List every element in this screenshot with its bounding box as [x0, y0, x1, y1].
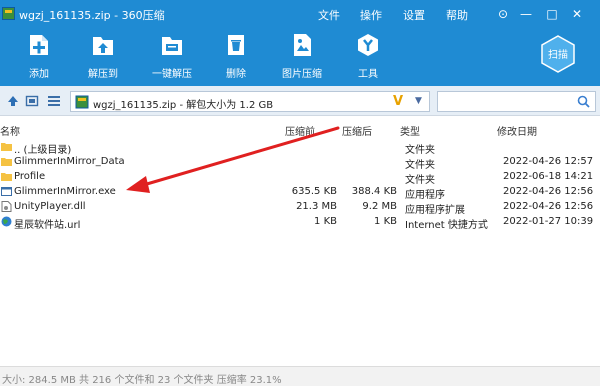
archive-icon	[2, 7, 15, 20]
search-icon[interactable]	[577, 95, 590, 108]
close-button[interactable]: ✕	[569, 6, 585, 22]
column-size-after[interactable]: 压缩后	[342, 123, 372, 138]
chevron-down-icon[interactable]: ▼	[415, 96, 422, 106]
scan-button[interactable]: 扫描	[538, 34, 578, 74]
delete-button[interactable]: 删除	[206, 32, 266, 84]
list-item[interactable]: GlimmerInMirror_Data 文件夹 2022-04-26 12:5…	[0, 155, 600, 171]
list-item[interactable]: Profile 文件夹 2022-06-18 14:21	[0, 170, 600, 186]
image-compress-icon	[294, 34, 311, 56]
path-field[interactable]: wgzj_161135.zip - 解包大小为 1.2 GB V ▼	[70, 91, 430, 112]
skin-icon[interactable]: ⊙	[495, 6, 511, 22]
globe-icon	[1, 216, 12, 227]
title-bar: wgzj_161135.zip - 360压缩 文件 操作 设置 帮助 ⊙ — …	[0, 0, 600, 28]
column-header-row: 名称 压缩前 压缩后 类型 修改日期	[0, 121, 600, 138]
list-item[interactable]: GlimmerInMirror.exe 635.5 KB 388.4 KB 应用…	[0, 185, 600, 201]
column-name[interactable]: 名称	[0, 123, 20, 138]
image-compress-button[interactable]: 图片压缩	[272, 32, 332, 84]
toolbar: 添加 解压到 一键解压 删除 图片压缩 工具 扫描	[0, 28, 600, 86]
add-button[interactable]: 添加	[9, 32, 69, 84]
minimize-button[interactable]: —	[518, 6, 534, 22]
list-item[interactable]: UnityPlayer.dll 21.3 MB 9.2 MB 应用程序扩展 20…	[0, 200, 600, 216]
folder-icon	[1, 158, 12, 166]
column-type[interactable]: 类型	[400, 123, 420, 138]
exe-icon	[1, 187, 12, 196]
column-size-before[interactable]: 压缩前	[285, 123, 315, 138]
dll-icon	[1, 201, 12, 212]
folder-icon	[1, 143, 12, 151]
delete-icon	[228, 35, 244, 55]
thumbnail-view-icon[interactable]	[25, 94, 39, 108]
status-text: 大小: 284.5 MB 共 216 个文件和 23 个文件夹 压缩率 23.1…	[2, 375, 282, 386]
address-bar: wgzj_161135.zip - 解包大小为 1.2 GB V ▼	[0, 86, 600, 116]
extract-to-icon	[93, 37, 113, 55]
add-icon	[30, 35, 48, 55]
zip-file-icon	[75, 95, 89, 109]
maximize-button[interactable]: □	[544, 6, 560, 22]
search-input[interactable]	[437, 91, 596, 112]
one-click-extract-icon	[162, 37, 182, 55]
menu-help[interactable]: 帮助	[446, 7, 468, 23]
path-text: wgzj_161135.zip - 解包大小为 1.2 GB	[93, 100, 274, 111]
column-modified[interactable]: 修改日期	[497, 123, 537, 138]
list-view-icon[interactable]	[47, 94, 61, 108]
list-item[interactable]: .. (上级目录) 文件夹	[0, 140, 600, 156]
tools-icon	[358, 34, 378, 56]
folder-icon	[1, 173, 12, 181]
status-bar: 大小: 284.5 MB 共 216 个文件和 23 个文件夹 压缩率 23.1…	[0, 366, 600, 386]
menu-settings[interactable]: 设置	[403, 7, 425, 23]
v-badge-icon[interactable]: V	[393, 94, 403, 109]
up-arrow-icon[interactable]	[6, 94, 20, 108]
list-item[interactable]: 星辰软件站.url 1 KB 1 KB Internet 快捷方式 2022-0…	[0, 215, 600, 231]
window-title: wgzj_161135.zip - 360压缩	[19, 9, 165, 22]
menu-file[interactable]: 文件	[318, 7, 340, 23]
menu-operate[interactable]: 操作	[360, 7, 382, 23]
one-click-extract-button[interactable]: 一键解压	[142, 32, 202, 84]
extract-to-button[interactable]: 解压到	[73, 32, 133, 84]
tools-button[interactable]: 工具	[338, 32, 398, 84]
